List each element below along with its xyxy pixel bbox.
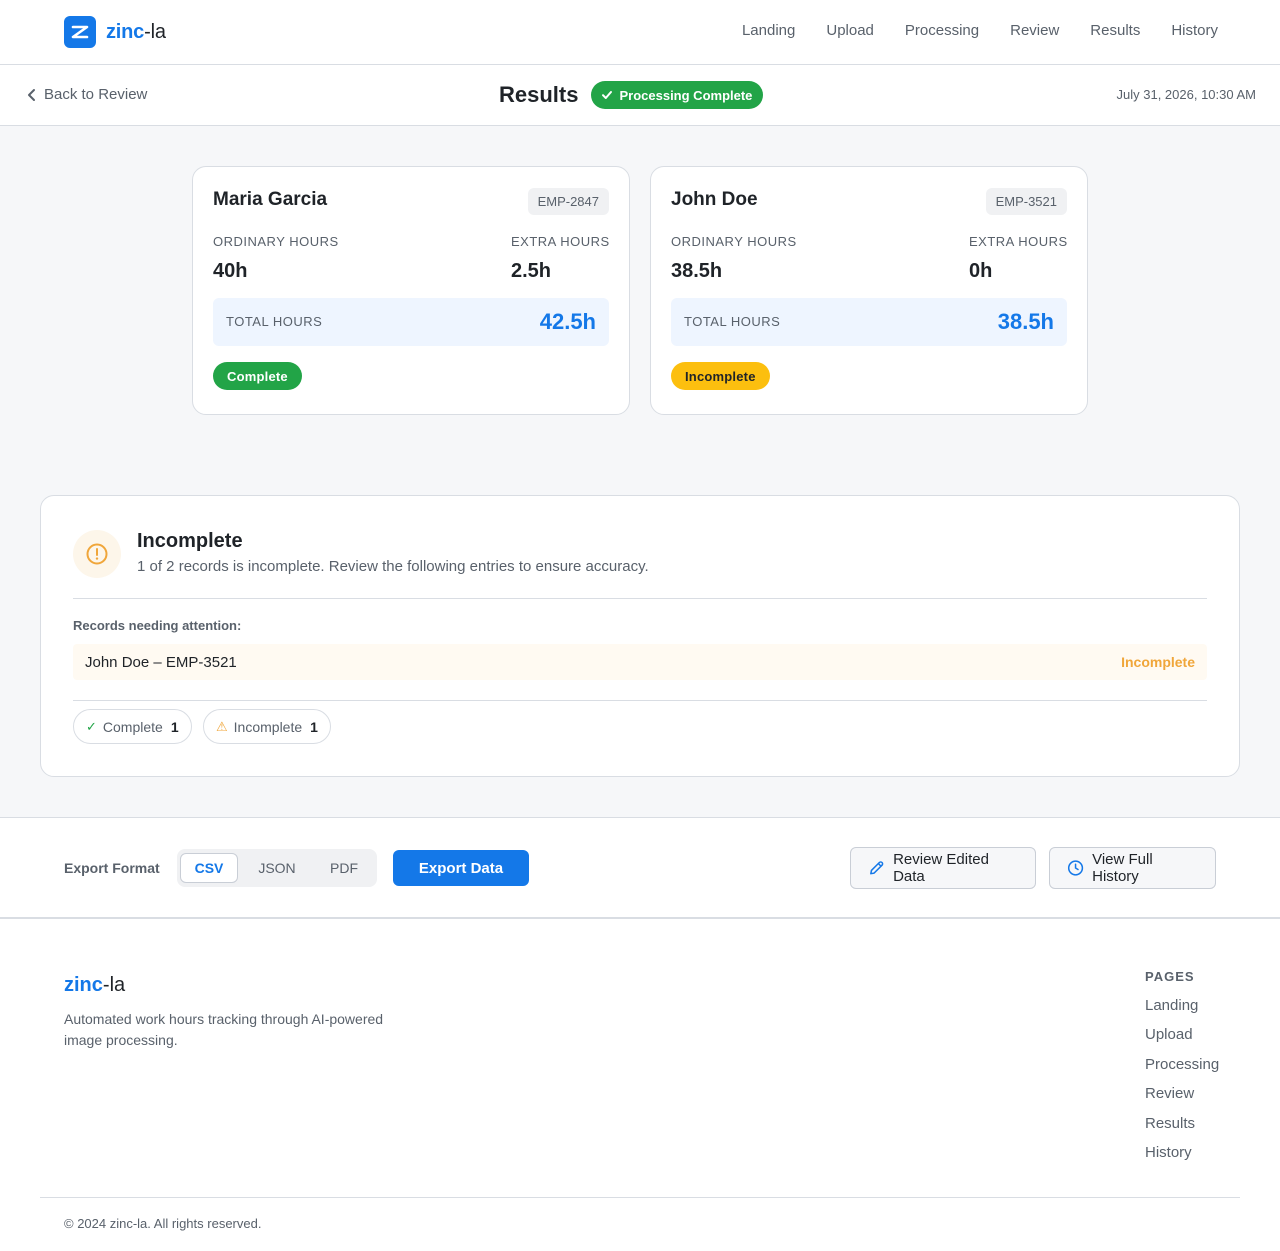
- divider: [73, 700, 1207, 701]
- processing-status-badge: Processing Complete: [591, 81, 764, 109]
- employee-id-badge: EMP-3521: [985, 188, 1067, 215]
- employee-name: John Doe: [671, 189, 758, 210]
- incomplete-count-chip: ⚠ Incomplete 1: [203, 709, 331, 744]
- pencil-icon: [870, 861, 884, 875]
- alert-circle-icon: [73, 530, 121, 578]
- footer-description: Automated work hours tracking through AI…: [64, 1011, 384, 1048]
- format-option-pdf[interactable]: PDF: [315, 853, 373, 883]
- total-hours-label: TOTAL HOURS: [684, 314, 781, 329]
- ordinary-hours-value: 40h: [213, 260, 248, 282]
- results-main: Maria Garcia EMP-2847 ORDINARY HOURS EXT…: [0, 126, 1280, 818]
- total-hours-label: TOTAL HOURS: [226, 314, 323, 329]
- extra-hours-value: 2.5h: [511, 260, 552, 282]
- export-data-button[interactable]: Export Data: [393, 850, 529, 886]
- incomplete-badge: Incomplete: [671, 362, 770, 390]
- employee-card: John Doe EMP-3521 ORDINARY HOURS EXTRA H…: [650, 166, 1088, 415]
- export-format-label: Export Format: [64, 860, 160, 876]
- nav-link-landing[interactable]: Landing: [742, 22, 795, 39]
- nav-link-review[interactable]: Review: [1010, 22, 1059, 39]
- footer-link-processing[interactable]: Processing: [1145, 1056, 1219, 1085]
- footer-pages-heading: PAGES: [1145, 969, 1195, 984]
- results-header: Back to Review Results Processing Comple…: [0, 65, 1280, 126]
- history-button-label: View Full History: [1092, 851, 1153, 885]
- employee-card: Maria Garcia EMP-2847 ORDINARY HOURS EXT…: [192, 166, 630, 415]
- check-icon: ✓: [86, 718, 97, 734]
- ordinary-hours-label: ORDINARY HOURS: [671, 234, 797, 249]
- attention-label: Records needing attention:: [73, 618, 242, 633]
- warning-triangle-icon: ⚠: [216, 718, 228, 734]
- copyright: © 2024 zinc-la. All rights reserved.: [64, 1216, 262, 1231]
- chip-label: Incomplete: [233, 718, 303, 735]
- total-hours-box: TOTAL HOURS 42.5h: [213, 298, 609, 346]
- footer-link-results[interactable]: Results: [1145, 1115, 1219, 1144]
- incomplete-warning-panel: Incomplete 1 of 2 records is incomplete.…: [40, 495, 1240, 777]
- timestamp: July 31, 2026, 10:30 AM: [1116, 87, 1256, 102]
- extra-hours-label: EXTRA HOURS: [511, 234, 610, 249]
- format-option-json[interactable]: JSON: [247, 853, 307, 883]
- format-option-csv[interactable]: CSV: [180, 853, 238, 883]
- chip-count: 1: [310, 718, 318, 735]
- view-full-history-button[interactable]: View Full History: [1049, 847, 1216, 889]
- status-text: Processing Complete: [619, 87, 753, 103]
- clock-icon: [1067, 860, 1084, 876]
- chip-label: Complete: [102, 718, 163, 735]
- review-button-label: Review Edited Data: [893, 851, 989, 885]
- extra-hours-label: EXTRA HOURS: [969, 234, 1068, 249]
- brand[interactable]: zinc-la: [64, 16, 166, 48]
- footer-link-history[interactable]: History: [1145, 1144, 1219, 1173]
- export-format-selector: CSV JSON PDF: [177, 849, 377, 887]
- footer-pages-list: Landing Upload Processing Review Results…: [1145, 997, 1219, 1173]
- nav-link-upload[interactable]: Upload: [826, 22, 874, 39]
- review-edited-data-button[interactable]: Review Edited Data: [850, 847, 1036, 889]
- ordinary-hours-value: 38.5h: [671, 260, 723, 282]
- site-footer: zinc-la Automated work hours tracking th…: [0, 920, 1280, 1251]
- employee-name: Maria Garcia: [213, 189, 328, 210]
- warning-description: 1 of 2 records is incomplete. Review the…: [137, 558, 649, 575]
- total-hours-value: 38.5h: [997, 309, 1054, 334]
- nav-link-history[interactable]: History: [1171, 22, 1218, 39]
- export-toolbar: Export Format CSV JSON PDF Export Data R…: [0, 818, 1280, 919]
- complete-count-chip: ✓ Complete 1: [73, 709, 192, 744]
- divider: [73, 598, 1207, 599]
- top-navbar: zinc-la Landing Upload Processing Review…: [0, 0, 1280, 65]
- employee-id-badge: EMP-2847: [527, 188, 609, 215]
- check-icon: [602, 91, 613, 99]
- record-name: John Doe – EMP-3521: [85, 654, 237, 671]
- main-nav: Landing Upload Processing Review Results…: [711, 22, 1218, 39]
- footer-divider: [40, 1197, 1240, 1198]
- footer-link-review[interactable]: Review: [1145, 1085, 1219, 1114]
- zinc-logo-icon: [64, 16, 96, 48]
- complete-badge: Complete: [213, 362, 302, 390]
- title-group: Results Processing Complete: [499, 81, 764, 109]
- extra-hours-value: 0h: [969, 260, 993, 282]
- footer-brand[interactable]: zinc-la: [64, 974, 125, 997]
- total-hours-value: 42.5h: [539, 309, 596, 334]
- back-to-review-link[interactable]: Back to Review: [26, 86, 147, 103]
- nav-link-results[interactable]: Results: [1090, 22, 1140, 39]
- page-title: Results: [499, 82, 579, 107]
- footer-link-landing[interactable]: Landing: [1145, 997, 1219, 1026]
- footer-link-upload[interactable]: Upload: [1145, 1026, 1219, 1055]
- chevron-left-icon: [28, 88, 35, 101]
- ordinary-hours-label: ORDINARY HOURS: [213, 234, 339, 249]
- warning-title: Incomplete: [137, 530, 243, 552]
- record-status: Incomplete: [1121, 654, 1195, 670]
- back-label: Back to Review: [44, 86, 148, 103]
- chip-count: 1: [170, 718, 179, 735]
- brand-name: zinc-la: [106, 20, 166, 43]
- total-hours-box: TOTAL HOURS 38.5h: [671, 298, 1067, 346]
- nav-link-processing[interactable]: Processing: [905, 22, 979, 39]
- attention-record-row[interactable]: John Doe – EMP-3521 Incomplete: [73, 644, 1207, 680]
